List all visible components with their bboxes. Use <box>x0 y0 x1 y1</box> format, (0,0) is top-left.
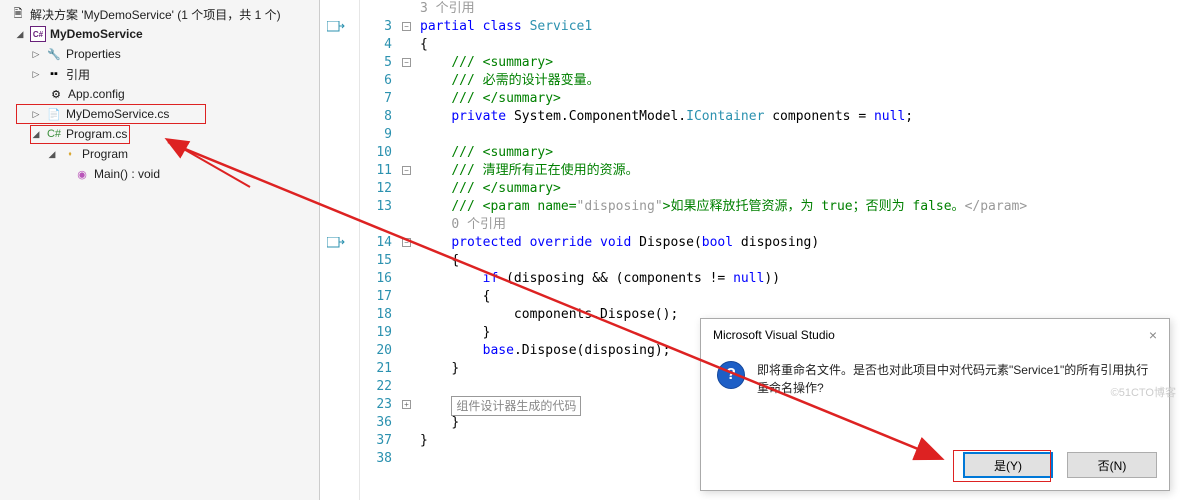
appconfig-node[interactable]: ⚙ App.config <box>0 84 319 104</box>
expand-icon[interactable]: ◢ <box>30 129 42 140</box>
programfile-node[interactable]: ◢ C# Program.cs <box>0 124 319 144</box>
programclass-node[interactable]: ◢ ⬪ Program <box>0 144 319 164</box>
project-node[interactable]: ◢ C# MyDemoService <box>0 24 319 44</box>
rename-dialog: Microsoft Visual Studio × ? 即将重命名文件。是否也对… <box>700 318 1170 491</box>
fold-gutter[interactable]: − − − − + <box>400 0 420 500</box>
project-label: MyDemoService <box>50 27 143 41</box>
cs-file-icon: C# <box>46 126 62 142</box>
expand-icon[interactable]: ▷ <box>30 69 42 80</box>
method-icon: ◉ <box>74 166 90 182</box>
csharp-project-icon: C# <box>30 26 46 42</box>
codelens-marker-icon[interactable] <box>326 20 346 34</box>
servicefile-label: MyDemoService.cs <box>66 107 169 121</box>
properties-node[interactable]: ▷ 🔧 Properties <box>0 44 319 64</box>
fold-toggle[interactable]: − <box>402 22 411 31</box>
expand-icon[interactable]: ▷ <box>30 109 42 120</box>
config-file-icon: ⚙ <box>48 86 64 102</box>
programfile-label: Program.cs <box>66 127 127 141</box>
dialog-message: 即将重命名文件。是否也对此项目中对代码元素"Service1"的所有引用执行重命… <box>757 361 1153 397</box>
class-icon: ⬪ <box>62 146 78 162</box>
fold-toggle[interactable]: − <box>402 238 411 247</box>
solution-node[interactable]: 🗎 解决方案 'MyDemoService' (1 个项目，共 1 个) <box>0 4 319 24</box>
wrench-icon: 🔧 <box>46 46 62 62</box>
codelens-marker-icon[interactable] <box>326 236 346 250</box>
fold-toggle[interactable]: − <box>402 58 411 67</box>
appconfig-label: App.config <box>68 87 125 101</box>
yes-button[interactable]: 是(Y) <box>963 452 1053 478</box>
watermark: ©51CTO博客 <box>1111 384 1176 400</box>
main-method-node[interactable]: ◉ Main() : void <box>0 164 319 184</box>
solution-explorer[interactable]: 🗎 解决方案 'MyDemoService' (1 个项目，共 1 个) ◢ C… <box>0 0 320 500</box>
fold-toggle[interactable]: − <box>402 166 411 175</box>
solution-icon: 🗎 <box>10 6 26 22</box>
main-label: Main() : void <box>94 167 160 181</box>
expand-icon[interactable]: ◢ <box>14 29 26 40</box>
expand-icon[interactable]: ▷ <box>30 49 42 60</box>
line-number-gutter: 3 4 5 6 7 8 9 10 11 12 13 14 15 16 17 18… <box>360 0 400 500</box>
breakpoint-gutter[interactable] <box>320 0 360 500</box>
references-icon: ▪▪ <box>46 66 62 82</box>
no-button[interactable]: 否(N) <box>1067 452 1157 478</box>
expand-icon[interactable]: ◢ <box>46 149 58 160</box>
references-label: 引用 <box>66 66 90 83</box>
servicefile-node[interactable]: ▷ 📄 MyDemoService.cs <box>0 104 319 124</box>
cs-file-icon: 📄 <box>46 106 62 122</box>
question-icon: ? <box>717 361 745 389</box>
properties-label: Properties <box>66 47 121 61</box>
dialog-title: Microsoft Visual Studio <box>713 328 835 342</box>
references-node[interactable]: ▷ ▪▪ 引用 <box>0 64 319 84</box>
fold-toggle[interactable]: + <box>402 400 411 409</box>
solution-title: 解决方案 'MyDemoService' (1 个项目，共 1 个) <box>30 6 281 23</box>
collapsed-region[interactable]: 组件设计器生成的代码 <box>451 396 581 416</box>
programclass-label: Program <box>82 147 128 161</box>
close-icon[interactable]: × <box>1149 327 1157 343</box>
